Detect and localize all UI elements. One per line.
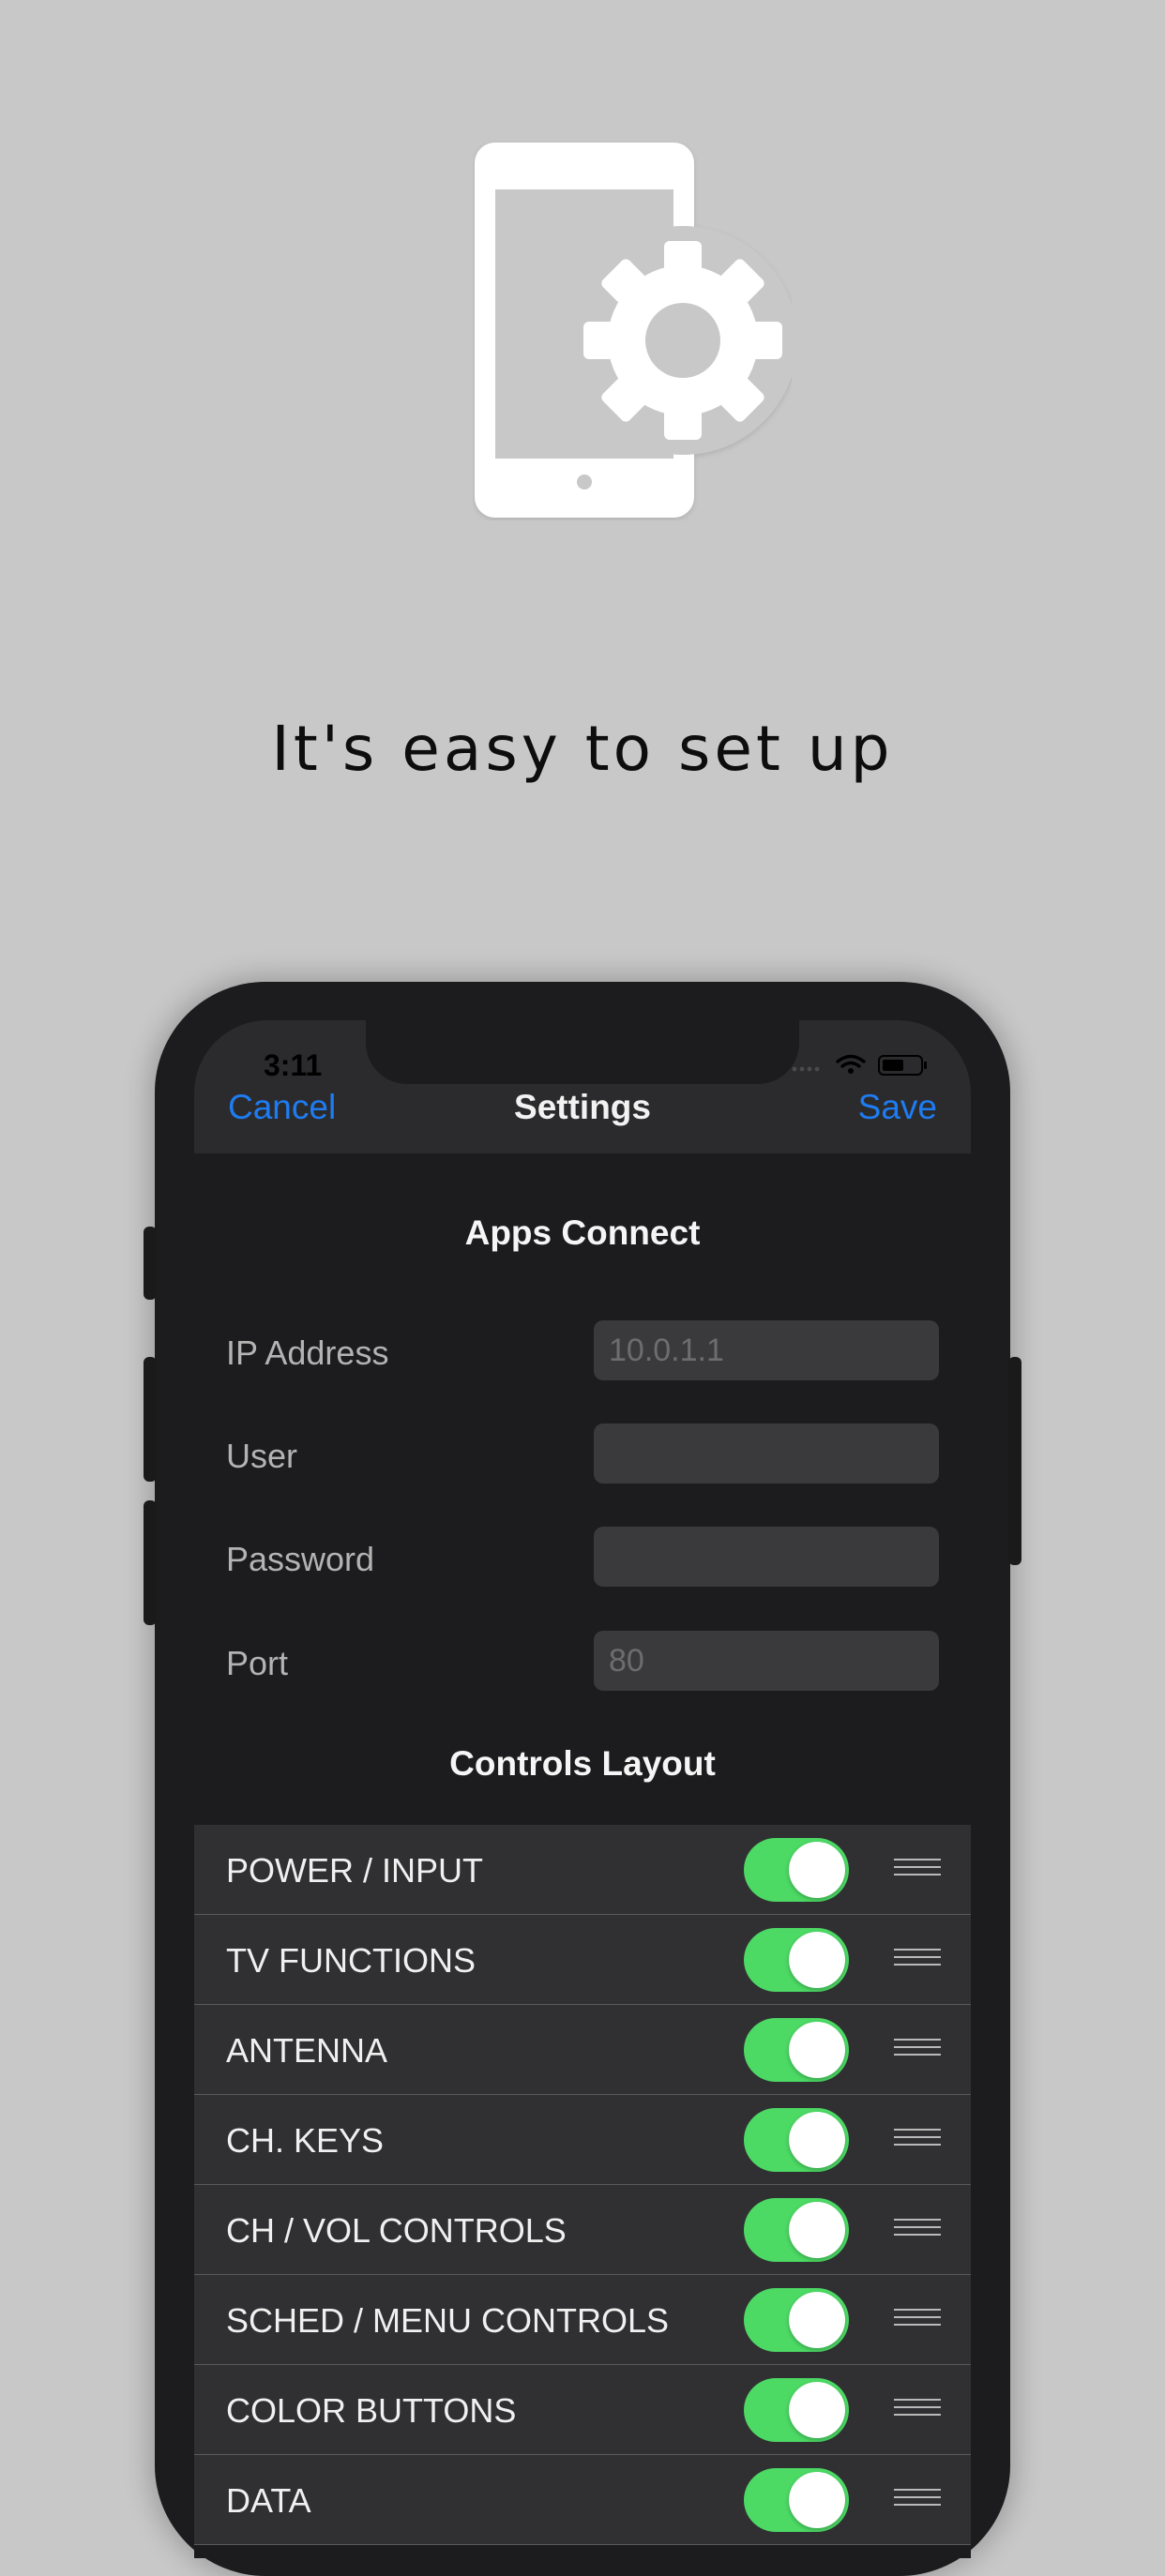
control-label: ANTENNA xyxy=(226,2031,388,2070)
list-item: CH. KEYS xyxy=(194,2095,971,2185)
control-label: DATA xyxy=(226,2481,311,2520)
toggle-knob xyxy=(789,2472,845,2528)
toggle-knob xyxy=(789,1842,845,1898)
enable-toggle[interactable] xyxy=(744,2198,849,2262)
mute-switch xyxy=(144,1227,157,1300)
toggle-knob xyxy=(789,2112,845,2168)
reorder-handle-icon[interactable] xyxy=(894,1949,941,1971)
enable-toggle[interactable] xyxy=(744,1838,849,1902)
apps-connect-title: Apps Connect xyxy=(464,1213,701,1252)
reorder-handle-icon[interactable] xyxy=(894,2039,941,2061)
control-label: COLOR BUTTONS xyxy=(226,2391,517,2430)
ip-address-label: IP Address xyxy=(226,1333,389,1372)
nav-title: Settings xyxy=(514,1088,651,1126)
password-input[interactable] xyxy=(594,1527,939,1587)
reorder-handle-icon[interactable] xyxy=(894,2399,941,2421)
notch xyxy=(366,1020,799,1084)
toggle-knob xyxy=(789,2202,845,2258)
controls-layout-title: Controls Layout xyxy=(449,1744,716,1783)
reorder-handle-icon[interactable] xyxy=(894,2129,941,2151)
port-label: Port xyxy=(226,1644,289,1682)
phone-settings-icon xyxy=(475,143,792,518)
user-input[interactable] xyxy=(594,1424,939,1484)
list-item: TV FUNCTIONS xyxy=(194,1915,971,2005)
control-label: CH. KEYS xyxy=(226,2121,385,2160)
enable-toggle[interactable] xyxy=(744,2018,849,2082)
control-label: SCHED / MENU CONTROLS xyxy=(226,2301,670,2340)
reorder-handle-icon[interactable] xyxy=(894,2219,941,2241)
list-item: DATA xyxy=(194,2455,971,2545)
wifi-icon xyxy=(836,1054,866,1068)
reorder-handle-icon[interactable] xyxy=(894,1859,941,1881)
list-item: SCHED / MENU CONTROLS xyxy=(194,2275,971,2365)
status-icons xyxy=(792,1054,927,1076)
save-button[interactable]: Save xyxy=(858,1088,937,1127)
toggle-knob xyxy=(789,2382,845,2438)
toggle-knob xyxy=(789,1932,845,1988)
enable-toggle[interactable] xyxy=(744,2378,849,2442)
reorder-handle-icon[interactable] xyxy=(894,2489,941,2511)
power-button xyxy=(1008,1357,1021,1565)
list-item: CH / VOL CONTROLS xyxy=(194,2185,971,2275)
enable-toggle[interactable] xyxy=(744,2108,849,2172)
control-label: CH / VOL CONTROLS xyxy=(226,2211,567,2250)
reorder-handle-icon[interactable] xyxy=(894,2309,941,2331)
enable-toggle[interactable] xyxy=(744,1928,849,1992)
controls-list: POWER / INPUT TV FUNCTIONS ANTENNA CH. K… xyxy=(194,1825,971,2545)
volume-up-button xyxy=(144,1357,157,1482)
control-label: TV FUNCTIONS xyxy=(226,1941,476,1980)
user-label: User xyxy=(226,1437,298,1475)
list-item: COLOR BUTTONS xyxy=(194,2365,971,2455)
battery-icon xyxy=(878,1055,927,1076)
volume-down-button xyxy=(144,1500,157,1625)
control-label: POWER / INPUT xyxy=(226,1851,484,1890)
port-input[interactable] xyxy=(594,1631,939,1691)
list-item: POWER / INPUT xyxy=(194,1825,971,1915)
password-label: Password xyxy=(226,1540,375,1578)
toggle-knob xyxy=(789,2022,845,2078)
toggle-knob xyxy=(789,2292,845,2348)
ip-address-input[interactable] xyxy=(594,1320,939,1380)
phone-screen: 3:11 Cancel Settings Save Apps Connect I… xyxy=(194,1020,971,2558)
tagline: It's easy to set up xyxy=(271,713,894,785)
list-item: ANTENNA xyxy=(194,2005,971,2095)
enable-toggle[interactable] xyxy=(744,2468,849,2532)
enable-toggle[interactable] xyxy=(744,2288,849,2352)
navigation-bar: 3:11 Cancel Settings Save xyxy=(194,1020,971,1153)
status-time: 3:11 xyxy=(264,1048,323,1082)
